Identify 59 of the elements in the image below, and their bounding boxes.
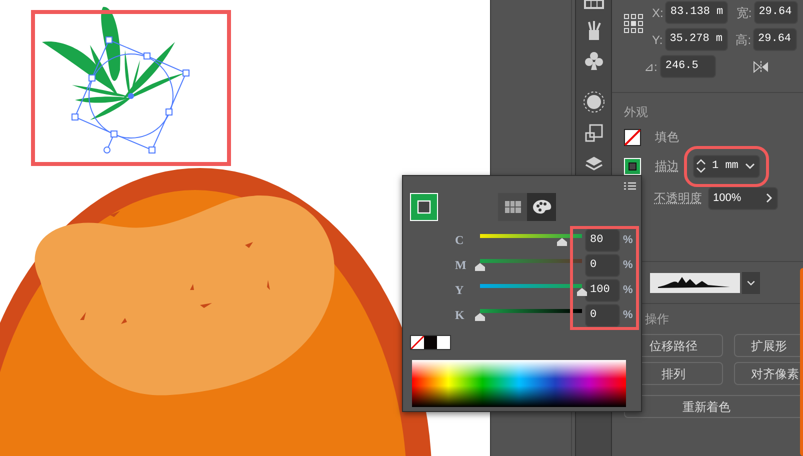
club-icon[interactable] <box>582 50 604 72</box>
palette-icon <box>532 199 552 215</box>
section-title: 外观 <box>624 104 649 121</box>
color-swatch[interactable] <box>437 336 450 349</box>
action-button[interactable]: 对齐像素 <box>734 362 803 385</box>
sun-circle-icon[interactable] <box>582 91 604 113</box>
channel-value-field[interactable]: 100 <box>585 278 620 302</box>
opacity-field[interactable]: 100% <box>708 186 778 210</box>
brush-dropdown[interactable] <box>742 272 760 294</box>
stepper-icon[interactable] <box>694 157 708 175</box>
percent-unit: % <box>623 258 633 273</box>
height-field[interactable]: 29.64 <box>753 28 798 51</box>
section-title: 操作 <box>645 311 669 328</box>
angle-field[interactable]: 246.5 <box>660 55 716 78</box>
reference-point-icon[interactable] <box>624 14 644 34</box>
slider-thumb[interactable] <box>475 263 485 271</box>
opacity-label[interactable]: 不透明度 <box>654 189 702 207</box>
channel-label: M <box>455 257 468 274</box>
stroke-swatch[interactable] <box>410 193 438 221</box>
grid-icon[interactable] <box>582 0 604 10</box>
percent-unit: % <box>623 232 633 248</box>
action-button[interactable]: 扩展形 <box>734 334 803 357</box>
brush-stroke-preview[interactable] <box>650 273 740 293</box>
none-swatch[interactable] <box>411 336 424 349</box>
stroke-label[interactable]: 描边 <box>655 157 679 175</box>
width-field[interactable]: 29.64 <box>754 1 798 24</box>
channel-label: K <box>455 307 466 324</box>
chevron-down-icon[interactable] <box>744 162 756 170</box>
channel-label: Y <box>455 282 465 299</box>
angle-label: ⊿: <box>644 58 658 76</box>
layers-icon[interactable] <box>584 155 604 173</box>
action-button[interactable]: 重新着色 <box>624 395 803 418</box>
palette-tab[interactable] <box>527 193 556 221</box>
channel-value-field[interactable]: 0 <box>585 254 620 276</box>
flip-icon[interactable] <box>753 60 770 72</box>
width-label: 宽: <box>736 4 752 22</box>
chevron-down-icon <box>746 279 756 287</box>
percent-unit: % <box>623 282 633 298</box>
x-label: X: <box>652 4 664 22</box>
color-spectrum[interactable] <box>412 360 626 407</box>
y-label: Y: <box>652 32 663 48</box>
x-field[interactable]: 83.138 m <box>665 1 728 24</box>
slider-thumb[interactable] <box>577 288 587 296</box>
height-label: 高: <box>736 32 752 48</box>
y-field[interactable]: 35.278 m <box>664 28 728 51</box>
selection-bounding-box[interactable] <box>72 36 190 154</box>
stroke-swatch[interactable] <box>624 158 641 174</box>
channel-value-field[interactable]: 0 <box>585 304 620 326</box>
chevron-right-icon[interactable] <box>765 192 773 204</box>
channel-label: C <box>455 232 465 249</box>
color-swatch[interactable] <box>424 336 437 349</box>
fill-none-swatch[interactable] <box>624 128 641 146</box>
channel-value-field[interactable]: 80 <box>585 228 620 252</box>
grid-icon <box>504 201 520 213</box>
transparency-icon[interactable] <box>582 122 604 144</box>
slider-thumb[interactable] <box>475 313 485 321</box>
fill-label: 填色 <box>655 129 679 146</box>
menu-icon[interactable] <box>624 182 636 190</box>
percent-unit: % <box>623 308 633 323</box>
